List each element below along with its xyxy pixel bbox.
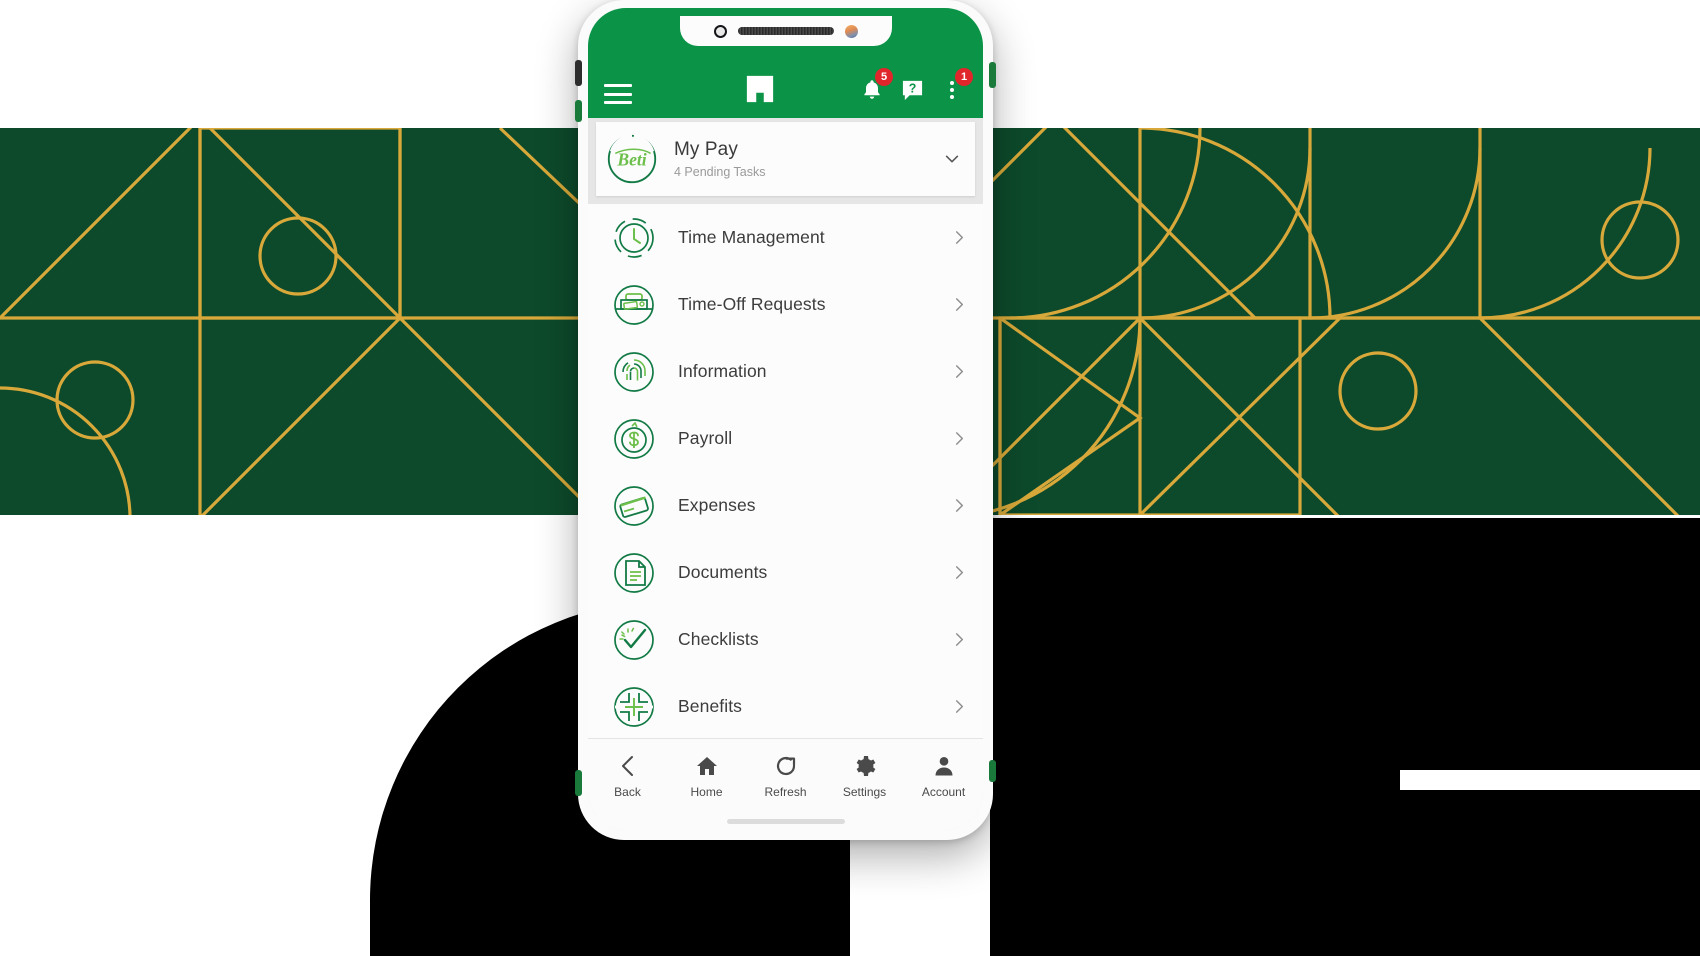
menu-item-label: Information bbox=[678, 361, 767, 381]
device-notch bbox=[679, 16, 892, 46]
menu-item-time-management[interactable]: Time Management bbox=[588, 204, 983, 271]
screenshot-root: 5 ? 1 Beti My Pay 4 Pending Tasks Time M… bbox=[0, 0, 1700, 956]
header-left bbox=[604, 84, 660, 104]
my-pay-card[interactable]: Beti My Pay 4 Pending Tasks bbox=[596, 122, 975, 196]
chevron-right-icon bbox=[955, 365, 964, 378]
medical-cross-icon bbox=[614, 686, 654, 727]
my-pay-title: My Pay bbox=[674, 139, 738, 160]
paycom-logo-icon[interactable] bbox=[745, 74, 775, 104]
nav-label: Back bbox=[614, 785, 641, 799]
kebab-menu-icon bbox=[950, 81, 954, 99]
home-icon bbox=[694, 753, 720, 779]
menu-item-label: Expenses bbox=[678, 495, 756, 515]
chevron-left-icon bbox=[615, 753, 641, 779]
nav-button-back[interactable]: Back bbox=[588, 753, 667, 799]
my-pay-subtitle: 4 Pending Tasks bbox=[674, 165, 766, 179]
gear-icon bbox=[852, 753, 878, 779]
nav-label: Settings bbox=[842, 785, 887, 799]
menu-item-information[interactable]: Information bbox=[588, 338, 983, 405]
menu-item-checklists[interactable]: Checklists bbox=[588, 606, 983, 673]
chevron-right-icon bbox=[955, 432, 964, 445]
menu-item-documents[interactable]: Documents bbox=[588, 539, 983, 606]
nav-label: Refresh bbox=[764, 785, 807, 799]
chevron-right-icon bbox=[955, 566, 964, 579]
chevron-down-icon[interactable] bbox=[943, 150, 961, 168]
chevron-right-icon bbox=[955, 700, 964, 713]
person-icon bbox=[931, 753, 957, 779]
screen-content: Beti My Pay 4 Pending Tasks Time Managem… bbox=[588, 118, 983, 830]
volume-button[interactable] bbox=[575, 100, 582, 122]
menu-item-label: Checklists bbox=[678, 629, 759, 649]
notifications-badge: 5 bbox=[875, 68, 893, 86]
document-icon bbox=[614, 552, 654, 593]
bottom-navigation-bar: Back Home Refresh Settings Account bbox=[588, 738, 983, 830]
menu-item-label: Payroll bbox=[678, 428, 733, 448]
menu-item-payroll[interactable]: Payroll bbox=[588, 405, 983, 472]
main-menu-list: Time Management Time-Off Requests Inform… bbox=[588, 204, 983, 740]
check-circle-icon bbox=[614, 619, 654, 660]
svg-text:?: ? bbox=[908, 81, 916, 95]
black-panel-right bbox=[990, 518, 1700, 956]
chevron-right-icon bbox=[955, 298, 964, 311]
menu-item-time-off-requests[interactable]: Time-Off Requests bbox=[588, 271, 983, 338]
proximity-sensor-icon bbox=[844, 24, 858, 38]
suitcase-icon bbox=[614, 284, 654, 325]
header-center bbox=[660, 74, 859, 104]
nav-button-home[interactable]: Home bbox=[667, 753, 746, 799]
nav-label: Account bbox=[921, 785, 966, 799]
hamburger-icon[interactable] bbox=[604, 84, 632, 104]
beti-logo-text: Beti bbox=[616, 150, 646, 170]
earpiece-speaker-icon bbox=[737, 27, 834, 35]
power-button[interactable] bbox=[989, 62, 996, 88]
left-lower-button[interactable] bbox=[575, 770, 582, 796]
nav-button-settings[interactable]: Settings bbox=[825, 753, 904, 799]
menu-item-benefits[interactable]: Benefits bbox=[588, 673, 983, 740]
overflow-badge: 1 bbox=[955, 68, 973, 86]
right-lower-button[interactable] bbox=[989, 760, 996, 782]
dollar-coin-icon bbox=[614, 418, 654, 459]
phone-device: 5 ? 1 Beti My Pay 4 Pending Tasks Time M… bbox=[575, 0, 996, 840]
header-right: 5 ? 1 bbox=[859, 68, 973, 104]
menu-item-label: Documents bbox=[678, 562, 768, 582]
refresh-icon bbox=[773, 753, 799, 779]
fingerprint-icon bbox=[614, 351, 654, 392]
menu-item-label: Time Management bbox=[678, 227, 825, 247]
black-panel-notch bbox=[1400, 770, 1700, 790]
beti-logo-icon: Beti bbox=[607, 133, 657, 184]
nav-button-account[interactable]: Account bbox=[904, 753, 983, 799]
front-camera-icon bbox=[713, 24, 727, 38]
chevron-right-icon bbox=[955, 633, 964, 646]
mute-switch[interactable] bbox=[575, 60, 582, 86]
phone-screen: 5 ? 1 Beti My Pay 4 Pending Tasks Time M… bbox=[588, 8, 983, 830]
my-pay-text: My Pay 4 Pending Tasks bbox=[658, 139, 943, 179]
menu-item-expenses[interactable]: Expenses bbox=[588, 472, 983, 539]
question-mark-icon: ? bbox=[902, 80, 922, 100]
notifications-button[interactable]: 5 bbox=[859, 68, 893, 104]
nav-label: Home bbox=[690, 785, 723, 799]
chevron-right-icon bbox=[955, 499, 964, 512]
home-indicator bbox=[726, 819, 845, 824]
background-mask-top-right bbox=[990, 0, 1700, 128]
chevron-right-icon bbox=[955, 231, 964, 244]
clock-icon bbox=[614, 217, 654, 258]
nav-button-refresh[interactable]: Refresh bbox=[746, 753, 825, 799]
menu-item-label: Time-Off Requests bbox=[678, 294, 826, 314]
credit-card-icon bbox=[614, 485, 654, 526]
help-button[interactable]: ? bbox=[899, 76, 925, 104]
menu-item-label: Benefits bbox=[678, 696, 743, 716]
overflow-menu-button[interactable]: 1 bbox=[939, 68, 973, 104]
